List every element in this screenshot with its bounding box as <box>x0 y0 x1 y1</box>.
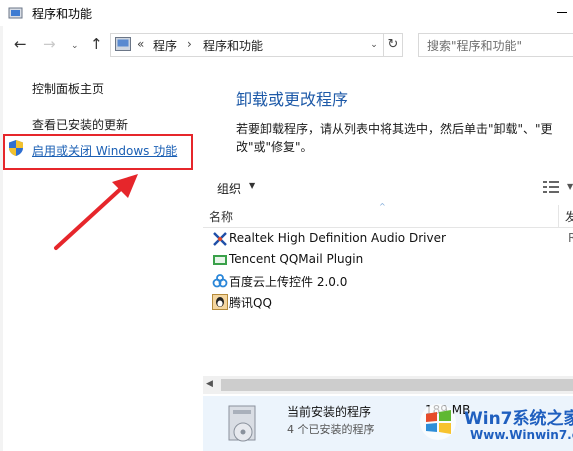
watermark: Win7系统之家 Www.Winwin7.com <box>412 396 573 451</box>
scrollbar-thumb[interactable] <box>221 379 573 391</box>
up-button[interactable]: ↑ <box>90 36 103 52</box>
crumb-programs[interactable]: 程序 <box>153 37 177 54</box>
command-bar: 组织 ▼ ▼ <box>203 176 573 200</box>
title-bar: 程序和功能 <box>0 0 573 26</box>
back-button[interactable]: ← <box>14 36 27 52</box>
program-publisher: R <box>568 231 573 245</box>
view-caret-icon[interactable]: ▼ <box>567 182 573 191</box>
horizontal-scrollbar[interactable]: ◀ <box>203 376 573 394</box>
refresh-button[interactable]: ↻ <box>384 33 403 57</box>
crumb-separator[interactable]: › <box>187 37 192 51</box>
address-row: ← → ⌄ ↑ « 程序 › 程序和功能 ⌄ ↻ 搜索"程序和功能" <box>0 30 573 60</box>
annotation-arrow <box>54 174 138 250</box>
column-publisher[interactable]: 发 <box>565 208 573 225</box>
status-title: 当前安装的程序 <box>287 405 372 419</box>
forward-button[interactable]: → <box>43 36 56 52</box>
view-options-icon[interactable] <box>543 180 561 194</box>
list-item[interactable]: 百度云上传控件 2.0.0 <box>210 271 573 291</box>
column-name[interactable]: 名称 <box>209 208 233 225</box>
list-item[interactable]: 腾讯QQ <box>210 292 573 312</box>
list-item[interactable]: Tencent QQMail Plugin <box>210 250 573 270</box>
program-name: Tencent QQMail Plugin <box>229 252 364 266</box>
watermark-title: Win7系统之家 <box>464 409 573 429</box>
search-input[interactable]: 搜索"程序和功能" <box>418 33 573 57</box>
sidebar-item-installed-updates[interactable]: 查看已安装的更新 <box>32 116 128 133</box>
minimize-button[interactable] <box>552 0 573 26</box>
organize-button[interactable]: 组织 <box>217 180 241 197</box>
sort-indicator-icon: ^ <box>379 202 386 211</box>
realtek-icon <box>213 232 227 246</box>
organize-caret-icon[interactable]: ▼ <box>249 181 255 190</box>
address-bar[interactable]: « 程序 › 程序和功能 <box>110 33 384 57</box>
window-title: 程序和功能 <box>32 7 93 21</box>
address-dropdown-button[interactable]: ⌄ <box>366 34 382 56</box>
program-name: 腾讯QQ <box>229 296 272 310</box>
status-count: 4 个已安装的程序 <box>287 423 375 436</box>
control-panel-icon <box>115 37 131 51</box>
installed-programs-icon <box>228 405 256 442</box>
search-placeholder: 搜索"程序和功能" <box>427 39 523 53</box>
crumb-overflow[interactable]: « <box>137 37 144 51</box>
watermark-url: Www.Winwin7.com <box>470 428 573 442</box>
crumb-programs-and-features[interactable]: 程序和功能 <box>203 37 263 54</box>
recent-locations-button[interactable]: ⌄ <box>71 38 79 54</box>
column-divider[interactable] <box>558 205 559 227</box>
list-column-header: 名称 ^ 发 <box>203 202 573 228</box>
program-name: 百度云上传控件 2.0.0 <box>229 275 348 289</box>
windows-logo-icon <box>420 404 456 440</box>
baidu-cloud-icon <box>212 274 228 288</box>
programs-icon <box>8 7 23 19</box>
qqmail-icon <box>213 255 227 265</box>
scroll-left-arrow-icon[interactable]: ◀ <box>206 379 213 389</box>
program-name: Realtek High Definition Audio Driver <box>229 231 446 245</box>
sidebar-item-control-panel-home[interactable]: 控制面板主页 <box>32 80 104 97</box>
qq-icon <box>212 294 228 310</box>
page-title: 卸载或更改程序 <box>236 90 349 109</box>
page-description: 若要卸载程序，请从列表中将其选中，然后单击"卸载"、"更改"或"修复"。 <box>236 122 553 154</box>
left-edge <box>0 0 3 451</box>
list-item[interactable]: Realtek High Definition Audio Driver R <box>210 229 573 249</box>
